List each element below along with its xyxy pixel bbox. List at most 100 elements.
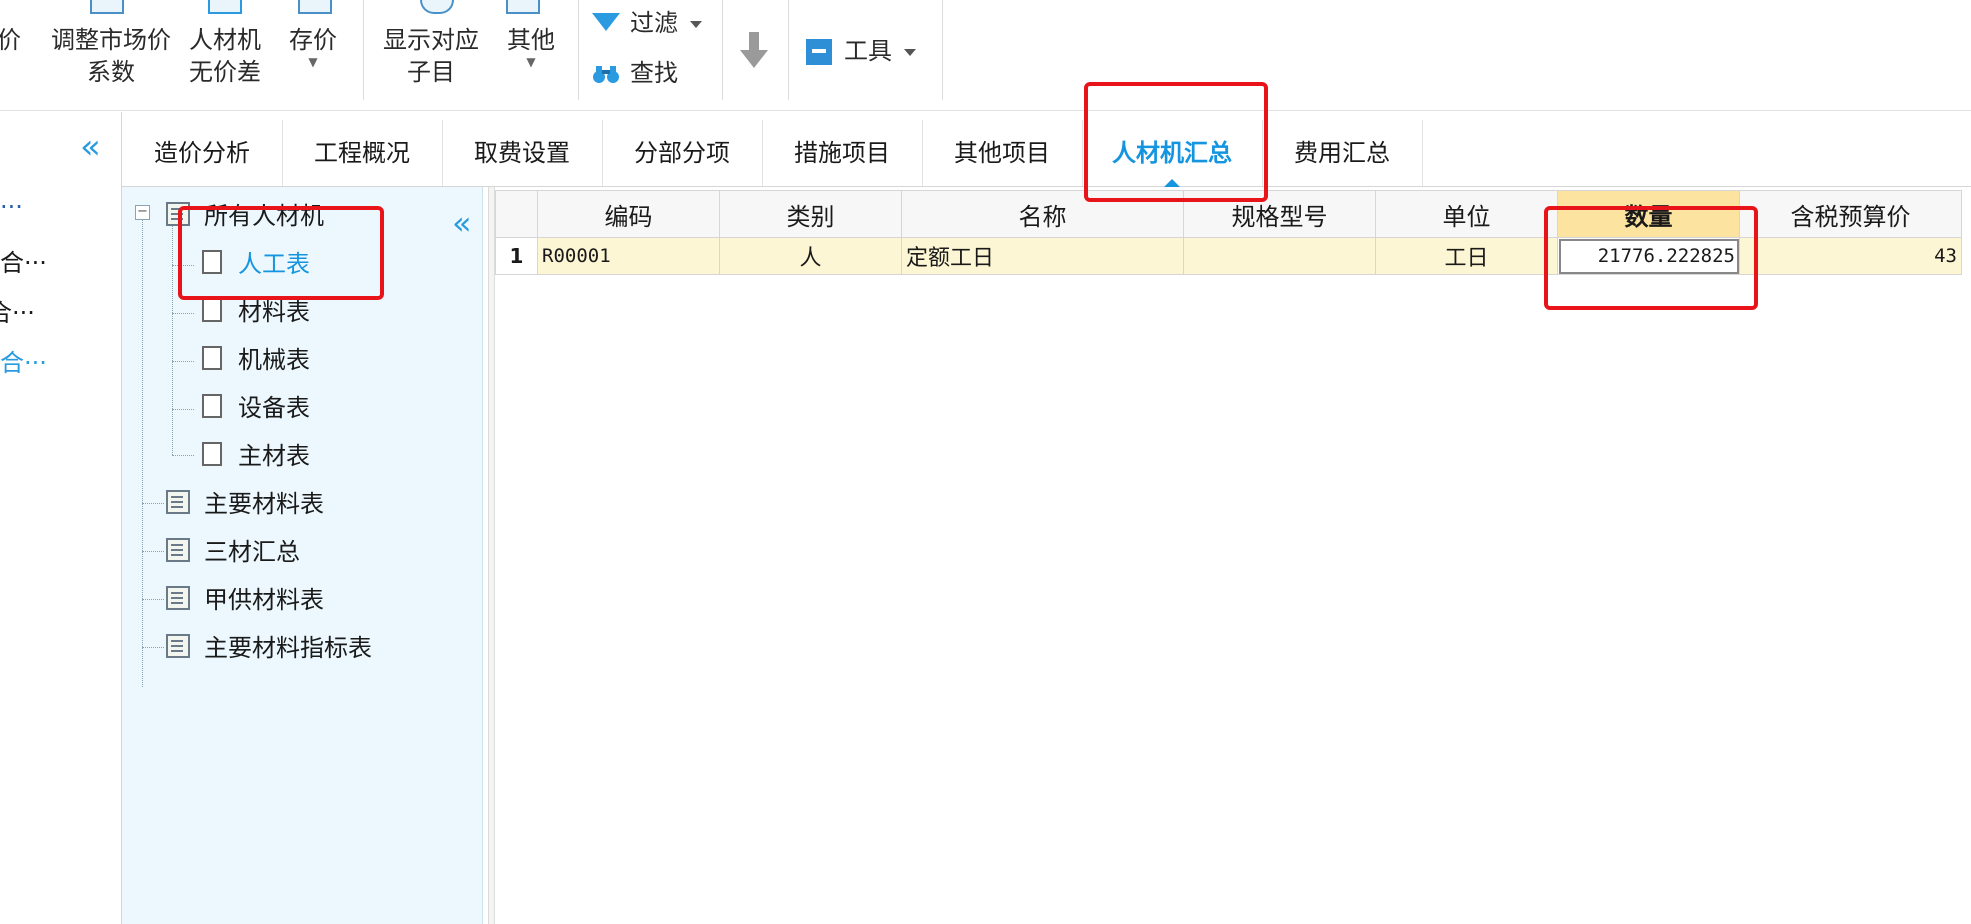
table-row[interactable]: 1 R00001 人 定额工日 工日 21776.222825 43: [495, 237, 1962, 275]
tab-label: 造价分析: [154, 139, 250, 167]
partial-price-button[interactable]: 价: [0, 24, 22, 56]
cell-budget-price[interactable]: 43: [1739, 237, 1962, 275]
tree-node-label: 甲供材料表: [204, 586, 324, 614]
filter-button[interactable]: 过滤: [592, 8, 702, 38]
document-icon: [202, 442, 222, 466]
tab-labor-material-summary[interactable]: 人材机汇总: [1082, 120, 1263, 187]
tab-project-overview[interactable]: 工程概况: [282, 120, 443, 186]
report-icon: [166, 586, 190, 610]
project-nav-strip: « ··· 合··· 合··· 合···: [0, 112, 122, 924]
tree-node-owner-supplied-materials[interactable]: 甲供材料表: [166, 585, 324, 615]
tree-connector: [172, 225, 173, 455]
find-button[interactable]: 查找: [592, 58, 678, 88]
report-icon: [166, 202, 190, 226]
other-icon: [506, 0, 540, 14]
tree-node-three-materials-summary[interactable]: 三材汇总: [166, 537, 300, 567]
column-header-budget-price[interactable]: 含税预算价: [1739, 190, 1962, 238]
tab-sub-items[interactable]: 分部分项: [602, 120, 763, 186]
column-header-quantity[interactable]: 数量: [1557, 190, 1740, 238]
partial-price-label: 价: [0, 26, 21, 54]
document-icon: [202, 250, 222, 274]
tree-node-all-resources[interactable]: 所有人材机: [166, 201, 324, 231]
corner-cell[interactable]: [495, 190, 538, 238]
save-price-label: 存价: [289, 26, 337, 54]
other-button[interactable]: 其他 ▼: [496, 24, 566, 68]
tree-connector: [172, 409, 194, 410]
filter-icon: [592, 13, 620, 31]
show-match-icon: [420, 0, 454, 14]
cell-name[interactable]: 定额工日: [901, 237, 1184, 275]
document-icon: [202, 394, 222, 418]
cell-quantity[interactable]: 21776.222825: [1557, 237, 1740, 275]
cell-code[interactable]: R00001: [537, 237, 720, 275]
column-header-spec[interactable]: 规格型号: [1183, 190, 1376, 238]
tools-label: 工具: [844, 37, 892, 65]
project-nav-item[interactable]: ···: [0, 192, 23, 222]
toolbar-divider: [363, 0, 364, 100]
tab-other-items[interactable]: 其他项目: [922, 120, 1083, 186]
cell-spec[interactable]: [1183, 237, 1376, 275]
tab-label: 分部分项: [634, 139, 730, 167]
resource-tree-panel: « − 所有人材机 人工表 材料表 机械表 设备表 主材表 主要材料表 三材汇总…: [122, 187, 483, 924]
panel-splitter[interactable]: [488, 187, 495, 924]
tools-button[interactable]: 工具: [806, 36, 916, 66]
tree-connector: [172, 313, 194, 314]
rcj-no-diff-button[interactable]: 人材机 无价差: [182, 24, 268, 88]
resource-grid: 编码 类别 名称 规格型号 单位 数量 含税预算价 1 R00001 人 定额工…: [495, 190, 1971, 924]
tree-connector: [172, 455, 194, 456]
collapse-project-nav-icon[interactable]: «: [80, 130, 101, 164]
row-number[interactable]: 1: [495, 237, 538, 275]
tab-fee-settings[interactable]: 取费设置: [442, 120, 603, 186]
tab-label: 人材机汇总: [1112, 139, 1232, 167]
tree-node-machinery-table[interactable]: 机械表: [202, 345, 310, 375]
move-down-icon[interactable]: [740, 30, 768, 70]
tree-connector: [142, 217, 143, 687]
tab-cost-analysis[interactable]: 造价分析: [122, 120, 283, 186]
tab-fee-summary[interactable]: 费用汇总: [1262, 120, 1423, 186]
tree-connector: [142, 551, 164, 552]
tree-connector: [142, 503, 164, 504]
save-price-dropdown-icon: ▼: [308, 55, 318, 69]
rcj-label-1: 人材机: [189, 26, 261, 54]
tree-node-label: 人工表: [238, 250, 310, 278]
tab-measures[interactable]: 措施项目: [762, 120, 923, 186]
tree-node-material-table[interactable]: 材料表: [202, 297, 310, 327]
tab-label: 其他项目: [954, 139, 1050, 167]
tree-expander-icon[interactable]: −: [135, 205, 150, 220]
toolbar-divider: [722, 0, 723, 100]
project-nav-item[interactable]: 合···: [0, 248, 47, 278]
cell-unit[interactable]: 工日: [1375, 237, 1558, 275]
save-price-button[interactable]: 存价 ▼: [280, 24, 346, 68]
column-header-category[interactable]: 类别: [719, 190, 902, 238]
tree-node-label: 材料表: [238, 298, 310, 326]
tab-label: 措施项目: [794, 139, 890, 167]
column-header-unit[interactable]: 单位: [1375, 190, 1558, 238]
save-price-icon: [298, 0, 332, 14]
tree-node-labor-table[interactable]: 人工表: [202, 249, 310, 279]
tree-node-main-material-table[interactable]: 主材表: [202, 441, 310, 471]
project-nav-item[interactable]: 合···: [0, 298, 35, 328]
rcj-label-2: 无价差: [189, 58, 261, 86]
tree-node-label: 三材汇总: [204, 538, 300, 566]
tree-node-label: 主要材料指标表: [204, 634, 372, 662]
show-match-label-1: 显示对应: [383, 26, 479, 54]
other-dropdown-icon: ▼: [526, 55, 536, 69]
show-match-button[interactable]: 显示对应 子目: [378, 24, 484, 88]
main-tab-bar: 造价分析 工程概况 取费设置 分部分项 措施项目 其他项目 人材机汇总 费用汇总: [122, 120, 1971, 187]
tree-connector: [142, 647, 164, 648]
adjust-market-price-button[interactable]: 调整市场价 系数: [46, 24, 176, 88]
tree-node-major-materials[interactable]: 主要材料表: [166, 489, 324, 519]
collapse-tree-icon[interactable]: «: [452, 207, 472, 239]
binoculars-icon: [593, 66, 619, 83]
tree-node-equipment-table[interactable]: 设备表: [202, 393, 310, 423]
column-header-name[interactable]: 名称: [901, 190, 1184, 238]
toolbar-divider: [788, 0, 789, 100]
show-match-label-2: 子目: [407, 58, 455, 86]
toolbar-divider: [578, 0, 579, 100]
column-header-code[interactable]: 编码: [537, 190, 720, 238]
project-nav-item-active[interactable]: 合···: [0, 348, 47, 378]
tree-node-label: 设备表: [238, 394, 310, 422]
cell-category[interactable]: 人: [719, 237, 902, 275]
other-label: 其他: [507, 26, 555, 54]
tree-node-major-material-index[interactable]: 主要材料指标表: [166, 633, 372, 663]
